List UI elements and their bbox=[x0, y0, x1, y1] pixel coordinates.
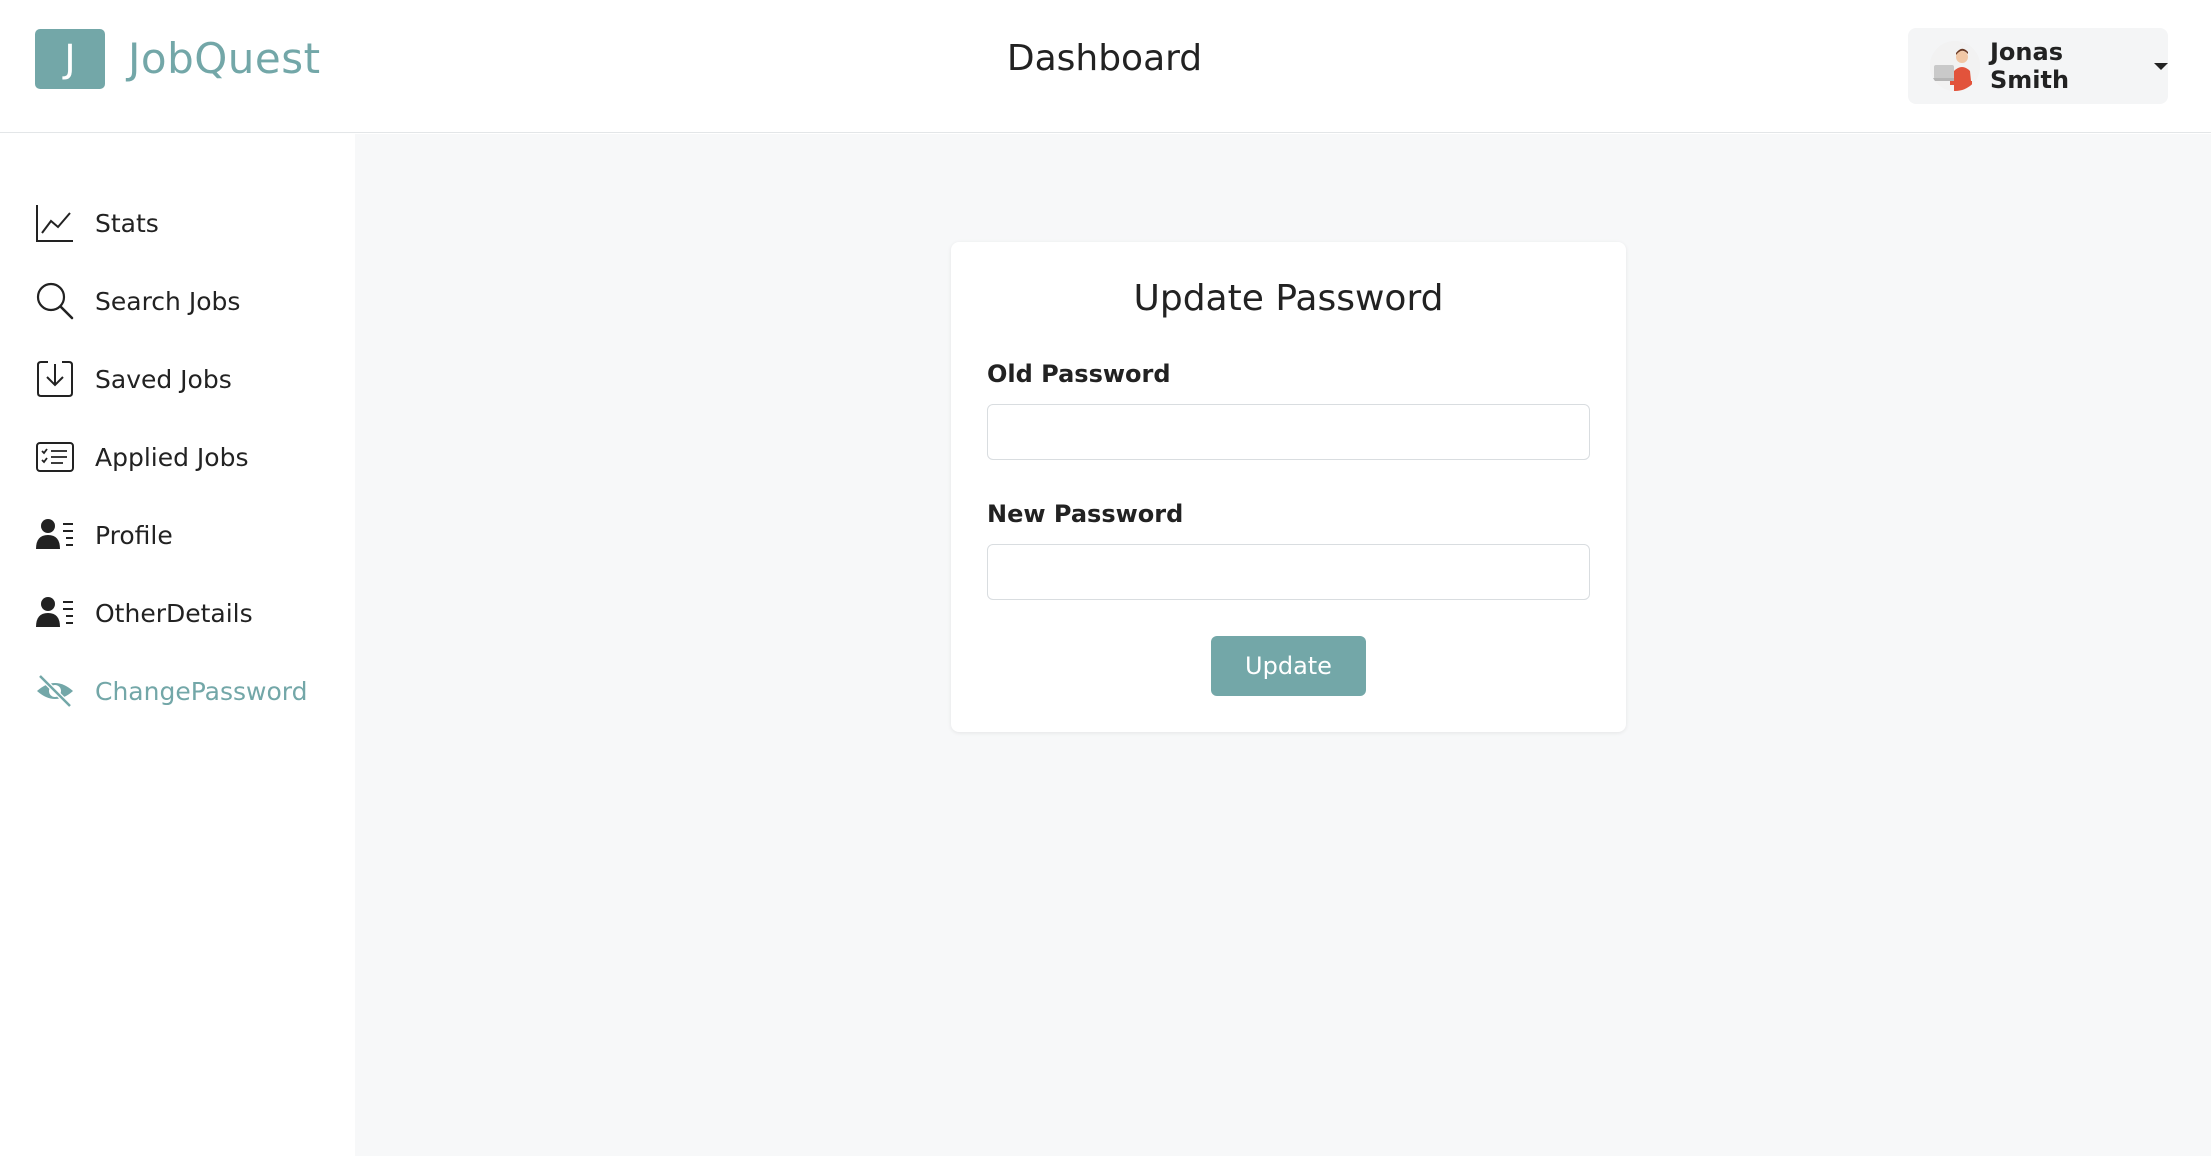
search-icon bbox=[36, 282, 74, 320]
sidebar-item-search-jobs[interactable]: Search Jobs bbox=[35, 276, 335, 326]
eye-slash-icon bbox=[37, 674, 73, 708]
top-bar: J JobQuest Dashboard Jonas Smith bbox=[0, 0, 2211, 133]
sidebar-item-change-password[interactable]: ChangePassword bbox=[35, 666, 335, 716]
download-box-icon bbox=[37, 361, 73, 397]
avatar bbox=[1930, 41, 1980, 91]
update-password-card: Update Password Old Password New Passwor… bbox=[951, 242, 1626, 732]
sidebar-item-label: Applied Jobs bbox=[95, 442, 249, 472]
user-menu-button[interactable]: Jonas Smith bbox=[1908, 28, 2168, 104]
old-password-label: Old Password bbox=[987, 360, 1171, 388]
user-name: Jonas Smith bbox=[1990, 38, 2070, 94]
update-button[interactable]: Update bbox=[1211, 636, 1366, 696]
old-password-field[interactable] bbox=[987, 404, 1590, 460]
sidebar: Stats Search Jobs Saved Jobs Applied Job… bbox=[0, 134, 355, 1156]
chevron-down-icon bbox=[2154, 62, 2168, 70]
person-lines-icon bbox=[36, 519, 73, 549]
person-lines-icon bbox=[36, 597, 73, 627]
sidebar-item-label: Saved Jobs bbox=[95, 364, 232, 394]
app-name[interactable]: JobQuest bbox=[128, 34, 321, 83]
sidebar-item-applied-jobs[interactable]: Applied Jobs bbox=[35, 432, 335, 482]
sidebar-item-label: OtherDetails bbox=[95, 598, 253, 628]
sidebar-item-profile[interactable]: Profile bbox=[35, 510, 335, 560]
logo-badge[interactable]: J bbox=[35, 29, 105, 89]
line-chart-icon bbox=[36, 205, 73, 242]
avatar-illustration-icon bbox=[1930, 41, 1980, 91]
sidebar-item-stats[interactable]: Stats bbox=[35, 198, 335, 248]
sidebar-item-label: Search Jobs bbox=[95, 286, 241, 316]
sidebar-item-saved-jobs[interactable]: Saved Jobs bbox=[35, 354, 335, 404]
new-password-field[interactable] bbox=[987, 544, 1590, 600]
checklist-icon bbox=[36, 442, 74, 472]
sidebar-item-label: ChangePassword bbox=[95, 676, 308, 706]
page-title-text: Dashboard bbox=[1006, 38, 1203, 79]
logo-letter: J bbox=[64, 37, 76, 81]
sidebar-item-other-details[interactable]: OtherDetails bbox=[35, 588, 335, 638]
new-password-label: New Password bbox=[987, 500, 1184, 528]
sidebar-item-label: Stats bbox=[95, 208, 159, 238]
page-title: Dashboard bbox=[0, 38, 2211, 79]
sidebar-item-label: Profile bbox=[95, 520, 173, 550]
form-title: Update Password bbox=[1133, 278, 1444, 319]
